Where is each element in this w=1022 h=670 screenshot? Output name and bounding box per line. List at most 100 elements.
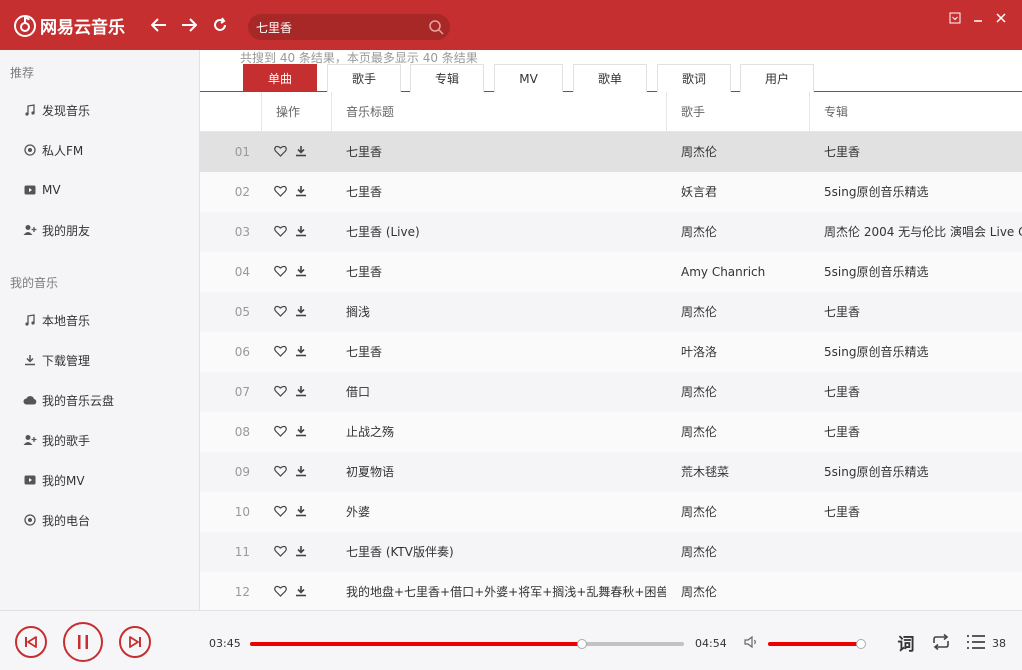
progress-knob[interactable] bbox=[577, 639, 587, 649]
like-heart-icon[interactable] bbox=[274, 225, 287, 237]
song-artist[interactable]: 周杰伦 bbox=[681, 292, 806, 332]
like-heart-icon[interactable] bbox=[274, 265, 287, 277]
table-row[interactable]: 07 借口 周杰伦 七里香 bbox=[200, 372, 1022, 412]
close-icon[interactable] bbox=[993, 10, 1009, 26]
table-row[interactable]: 09 初夏物语 荒木毬菜 5sing原创音乐精选 bbox=[200, 452, 1022, 492]
back-arrow-icon[interactable] bbox=[148, 14, 170, 36]
volume-knob[interactable] bbox=[856, 639, 866, 649]
sidebar-item-mv[interactable]: MV bbox=[0, 170, 199, 210]
song-album[interactable]: 5sing原创音乐精选 bbox=[824, 332, 1022, 372]
download-icon[interactable] bbox=[295, 465, 307, 477]
app-logo[interactable]: 网易云音乐 bbox=[14, 13, 125, 38]
refresh-icon[interactable] bbox=[209, 14, 231, 36]
mini-mode-icon[interactable] bbox=[947, 10, 963, 26]
song-album[interactable] bbox=[824, 572, 1022, 610]
song-artist[interactable]: 周杰伦 bbox=[681, 132, 806, 172]
song-artist[interactable]: 周杰伦 bbox=[681, 412, 806, 452]
song-album[interactable]: 5sing原创音乐精选 bbox=[824, 452, 1022, 492]
song-artist[interactable]: 周杰伦 bbox=[681, 532, 806, 572]
download-icon[interactable] bbox=[295, 585, 307, 597]
tab-users[interactable]: 用户 bbox=[740, 64, 814, 92]
sidebar-item-discover-music[interactable]: 发现音乐 bbox=[0, 90, 199, 130]
forward-arrow-icon[interactable] bbox=[178, 14, 200, 36]
table-row[interactable]: 01 七里香 周杰伦 七里香 bbox=[200, 132, 1022, 172]
table-row[interactable]: 05 搁浅 周杰伦 七里香 bbox=[200, 292, 1022, 332]
pause-button[interactable] bbox=[63, 622, 103, 662]
like-heart-icon[interactable] bbox=[274, 425, 287, 437]
tab-albums[interactable]: 专辑 bbox=[410, 64, 484, 92]
download-icon[interactable] bbox=[295, 305, 307, 317]
download-icon[interactable] bbox=[295, 425, 307, 437]
song-artist[interactable]: 周杰伦 bbox=[681, 372, 806, 412]
song-album[interactable]: 七里香 bbox=[824, 292, 1022, 332]
sidebar-item-private-fm[interactable]: 私人FM bbox=[0, 130, 199, 170]
table-row[interactable]: 10 外婆 周杰伦 七里香 bbox=[200, 492, 1022, 532]
song-album[interactable]: 七里香 bbox=[824, 412, 1022, 452]
download-icon[interactable] bbox=[295, 385, 307, 397]
sidebar-item-local-music[interactable]: 本地音乐 bbox=[0, 300, 199, 340]
song-artist[interactable]: 妖言君 bbox=[681, 172, 806, 212]
like-heart-icon[interactable] bbox=[274, 505, 287, 517]
next-track-button[interactable] bbox=[119, 626, 151, 658]
tab-lyrics[interactable]: 歌词 bbox=[657, 64, 731, 92]
previous-track-button[interactable] bbox=[15, 626, 47, 658]
download-icon[interactable] bbox=[295, 225, 307, 237]
song-album[interactable]: 七里香 bbox=[824, 132, 1022, 172]
tab-mv[interactable]: MV bbox=[494, 64, 563, 92]
table-row[interactable]: 03 七里香 (Live) 周杰伦 周杰伦 2004 无与伦比 演唱会 Live CD bbox=[200, 212, 1022, 252]
like-heart-icon[interactable] bbox=[274, 585, 287, 597]
playlist-icon[interactable] bbox=[965, 631, 987, 653]
like-heart-icon[interactable] bbox=[274, 185, 287, 197]
song-artist[interactable]: 周杰伦 bbox=[681, 572, 806, 610]
song-artist[interactable]: 叶洛洛 bbox=[681, 332, 806, 372]
song-album[interactable]: 七里香 bbox=[824, 372, 1022, 412]
search-input[interactable] bbox=[256, 18, 426, 36]
sidebar-item-downloads[interactable]: 下载管理 bbox=[0, 340, 199, 380]
song-album[interactable]: 5sing原创音乐精选 bbox=[824, 172, 1022, 212]
song-album[interactable]: 5sing原创音乐精选 bbox=[824, 252, 1022, 292]
tab-artists[interactable]: 歌手 bbox=[327, 64, 401, 92]
tab-songs[interactable]: 单曲 bbox=[243, 64, 317, 92]
column-header-album[interactable]: 专辑 bbox=[809, 92, 1022, 132]
like-heart-icon[interactable] bbox=[274, 545, 287, 557]
song-artist[interactable]: Amy Chanrich bbox=[681, 252, 806, 292]
download-icon[interactable] bbox=[295, 185, 307, 197]
download-icon[interactable] bbox=[295, 505, 307, 517]
column-header-title[interactable]: 音乐标题 bbox=[331, 92, 666, 132]
sidebar-item-my-radio[interactable]: 我的电台 bbox=[0, 500, 199, 540]
like-heart-icon[interactable] bbox=[274, 305, 287, 317]
sidebar-item-friends[interactable]: 我的朋友 bbox=[0, 210, 199, 250]
like-heart-icon[interactable] bbox=[274, 465, 287, 477]
sidebar-item-cloud-disk[interactable]: 我的音乐云盘 bbox=[0, 380, 199, 420]
song-album[interactable] bbox=[824, 532, 1022, 572]
loop-mode-icon[interactable] bbox=[930, 631, 952, 653]
minimize-icon[interactable] bbox=[970, 10, 986, 26]
download-icon[interactable] bbox=[295, 545, 307, 557]
sidebar-item-my-mv[interactable]: 我的MV bbox=[0, 460, 199, 500]
like-heart-icon[interactable] bbox=[274, 345, 287, 357]
download-icon[interactable] bbox=[295, 345, 307, 357]
download-icon[interactable] bbox=[295, 145, 307, 157]
table-row[interactable]: 08 止战之殇 周杰伦 七里香 bbox=[200, 412, 1022, 452]
volume-slider[interactable] bbox=[768, 639, 866, 649]
song-artist[interactable]: 周杰伦 bbox=[681, 492, 806, 532]
song-album[interactable]: 周杰伦 2004 无与伦比 演唱会 Live CD bbox=[824, 212, 1022, 252]
table-row[interactable]: 12 我的地盘+七里香+借口+外婆+将军+搁浅+乱舞春秋+困兽... 周杰伦 bbox=[200, 572, 1022, 610]
search-icon[interactable] bbox=[428, 19, 444, 35]
sidebar-item-my-singers[interactable]: 我的歌手 bbox=[0, 420, 199, 460]
table-row[interactable]: 02 七里香 妖言君 5sing原创音乐精选 bbox=[200, 172, 1022, 212]
column-header-artist[interactable]: 歌手 bbox=[666, 92, 809, 132]
progress-bar[interactable] bbox=[250, 639, 684, 649]
like-heart-icon[interactable] bbox=[274, 145, 287, 157]
tab-playlists[interactable]: 歌单 bbox=[573, 64, 647, 92]
song-artist[interactable]: 荒木毬菜 bbox=[681, 452, 806, 492]
volume-icon[interactable] bbox=[741, 631, 763, 653]
table-row[interactable]: 04 七里香 Amy Chanrich 5sing原创音乐精选 bbox=[200, 252, 1022, 292]
song-artist[interactable]: 周杰伦 bbox=[681, 212, 806, 252]
download-icon[interactable] bbox=[295, 265, 307, 277]
lyrics-button[interactable]: 词 bbox=[895, 631, 917, 655]
song-album[interactable]: 七里香 bbox=[824, 492, 1022, 532]
like-heart-icon[interactable] bbox=[274, 385, 287, 397]
table-row[interactable]: 06 七里香 叶洛洛 5sing原创音乐精选 bbox=[200, 332, 1022, 372]
table-row[interactable]: 11 七里香 (KTV版伴奏) 周杰伦 bbox=[200, 532, 1022, 572]
